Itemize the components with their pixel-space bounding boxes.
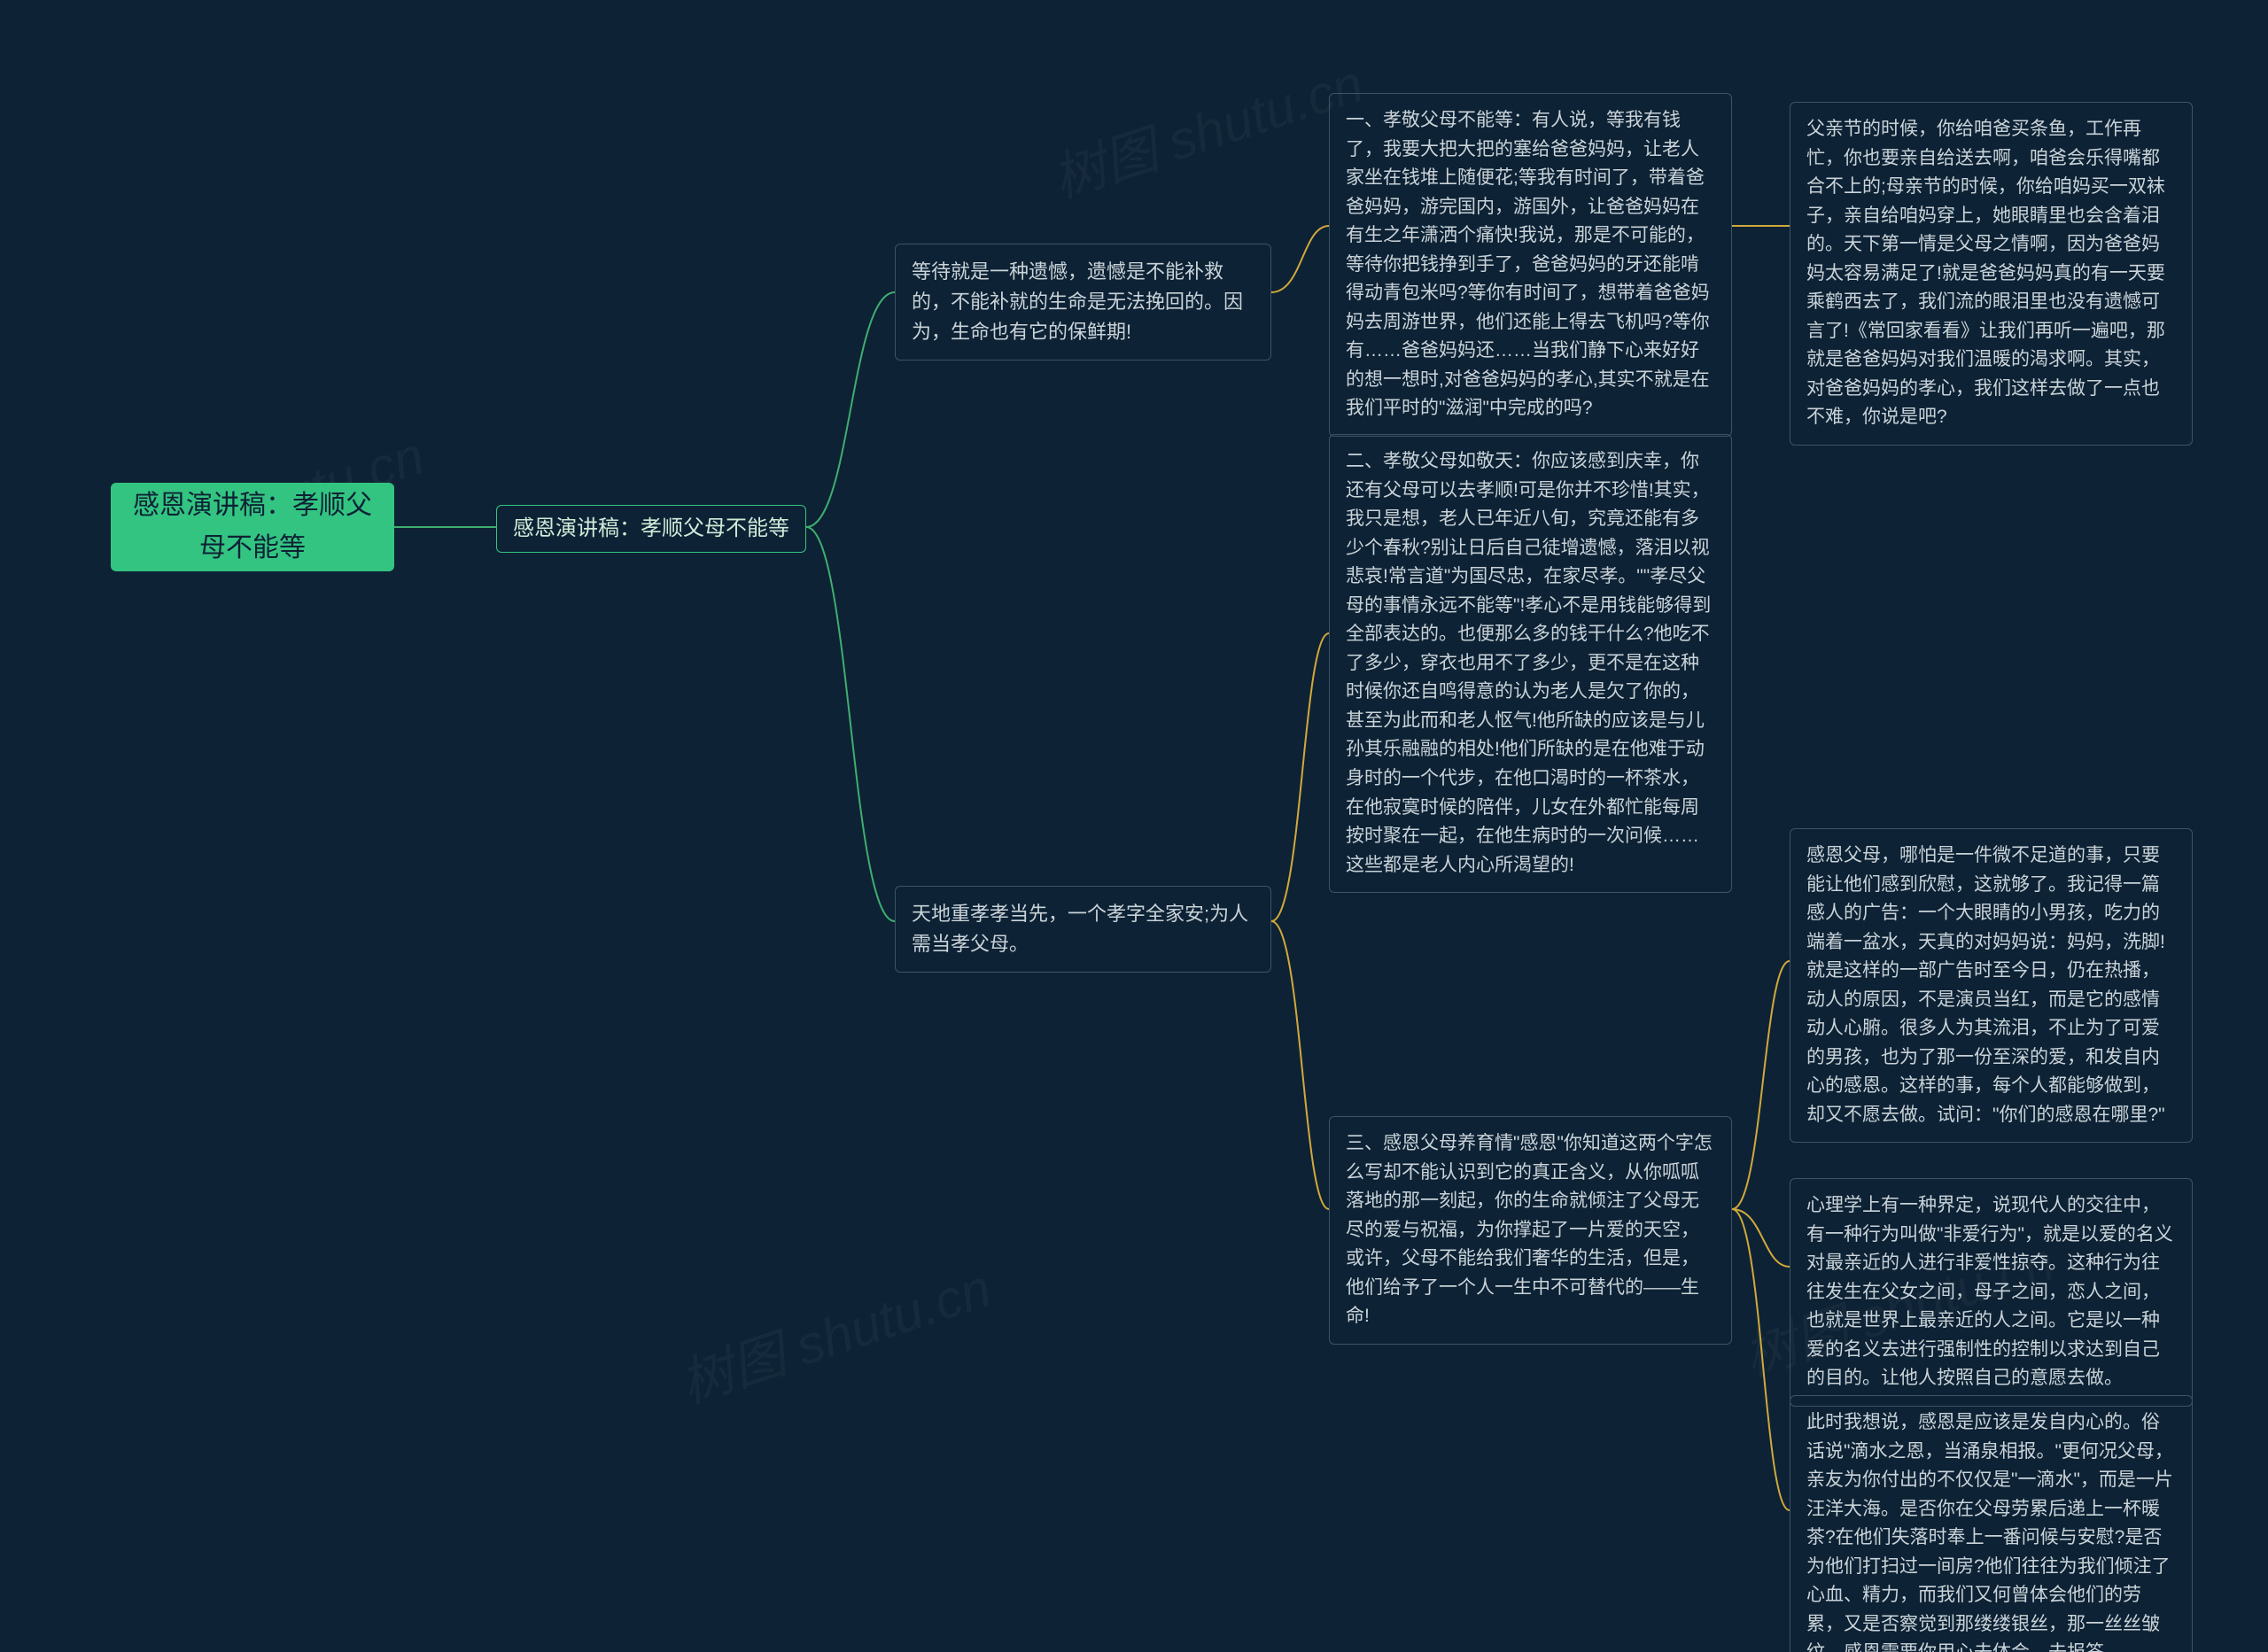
leaf-node-three-c[interactable]: 此时我想说，感恩是应该是发自内心的。俗话说"滴水之恩，当涌泉相报。"更何况父母，… (1790, 1395, 2193, 1652)
watermark: 树图 shutu.cn (669, 1245, 999, 1418)
leaf-node-two[interactable]: 二、孝敬父母如敬天：你应该感到庆幸，你还有父母可以去孝顺!可是你并不珍惜!其实，… (1329, 434, 1732, 893)
hub-node[interactable]: 感恩演讲稿：孝顺父母不能等 (496, 505, 806, 553)
root-label: 感恩演讲稿：孝顺父母不能等 (127, 485, 378, 570)
root-node[interactable]: 感恩演讲稿：孝顺父母不能等 (111, 483, 394, 571)
leaf-one-label: 一、孝敬父母不能等：有人说，等我有钱了，我要大把大把的塞给爸爸妈妈，让老人家坐在… (1346, 106, 1715, 423)
mid-a-label: 等待就是一种遗憾，遗憾是不能补救的，不能补就的生命是无法挽回的。因为，生命也有它… (912, 257, 1254, 347)
watermark: 树图 shutu.cn (1041, 41, 1371, 213)
mid-b-label: 天地重孝孝当先，一个孝字全家安;为人需当孝父母。 (912, 899, 1254, 959)
leaf-three-b-label: 心理学上有一种界定，说现代人的交往中，有一种行为叫做"非爱行为"，就是以爱的名义… (1806, 1191, 2176, 1393)
leaf-three-a-label: 感恩父母，哪怕是一件微不足道的事，只要能让他们感到欣慰，这就够了。我记得一篇感人… (1806, 842, 2176, 1129)
leaf-node-three-b[interactable]: 心理学上有一种界定，说现代人的交往中，有一种行为叫做"非爱行为"，就是以爱的名义… (1790, 1178, 2193, 1407)
leaf-node-one-right[interactable]: 父亲节的时候，你给咱爸买条鱼，工作再忙，你也要亲自给送去啊，咱爸会乐得嘴都合不上… (1790, 102, 2193, 446)
mid-node-a[interactable]: 等待就是一种遗憾，遗憾是不能补救的，不能补就的生命是无法挽回的。因为，生命也有它… (895, 244, 1271, 361)
leaf-three-label: 三、感恩父母养育情"感恩"你知道这两个字怎么写却不能认识到它的真正含义，从你呱呱… (1346, 1129, 1715, 1331)
leaf-node-three[interactable]: 三、感恩父母养育情"感恩"你知道这两个字怎么写却不能认识到它的真正含义，从你呱呱… (1329, 1116, 1732, 1345)
hub-label: 感恩演讲稿：孝顺父母不能等 (513, 512, 789, 545)
mid-node-b[interactable]: 天地重孝孝当先，一个孝字全家安;为人需当孝父母。 (895, 886, 1271, 973)
leaf-two-label: 二、孝敬父母如敬天：你应该感到庆幸，你还有父母可以去孝顺!可是你并不珍惜!其实，… (1346, 447, 1715, 880)
leaf-one-right-label: 父亲节的时候，你给咱爸买条鱼，工作再忙，你也要亲自给送去啊，咱爸会乐得嘴都合不上… (1806, 115, 2176, 432)
leaf-node-one[interactable]: 一、孝敬父母不能等：有人说，等我有钱了，我要大把大把的塞给爸爸妈妈，让老人家坐在… (1329, 93, 1732, 437)
leaf-three-c-label: 此时我想说，感恩是应该是发自内心的。俗话说"滴水之恩，当涌泉相报。"更何况父母，… (1806, 1408, 2176, 1652)
leaf-node-three-a[interactable]: 感恩父母，哪怕是一件微不足道的事，只要能让他们感到欣慰，这就够了。我记得一篇感人… (1790, 828, 2193, 1143)
